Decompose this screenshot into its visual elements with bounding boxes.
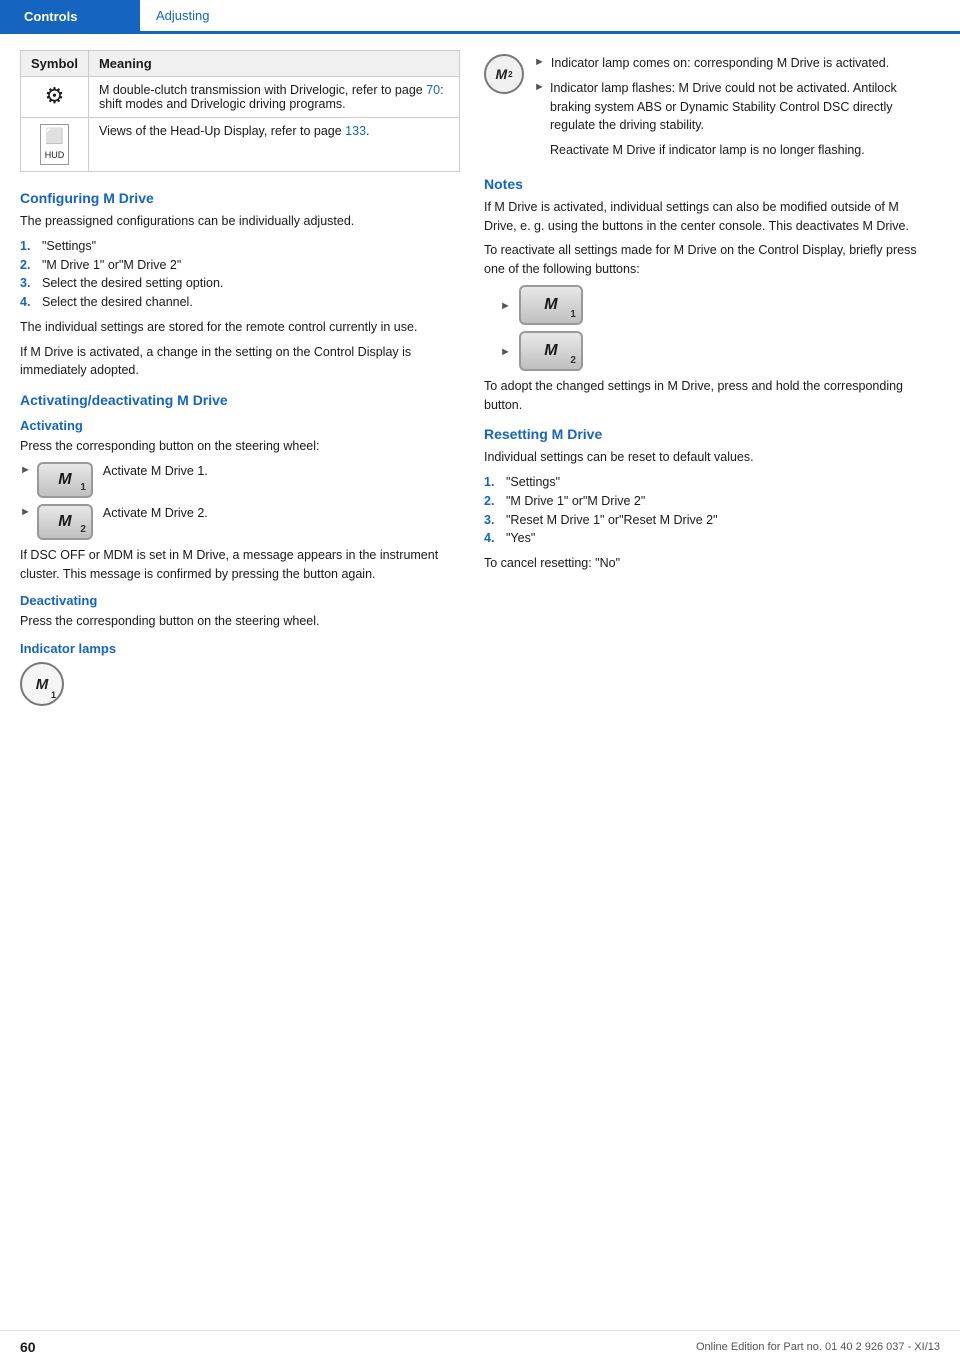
notes-text1: If M Drive is activated, individual sett… <box>484 198 924 236</box>
indicator-text-3: Reactivate M Drive if indicator lamp is … <box>550 141 924 160</box>
activating-intro: Press the corresponding button on the st… <box>20 437 460 456</box>
adjusting-label: Adjusting <box>156 8 209 23</box>
list-item: 3.Select the desired setting option. <box>20 274 460 293</box>
adopt-text: To adopt the changed settings in M Drive… <box>484 377 924 415</box>
controls-label: Controls <box>24 9 77 24</box>
deactivating-sub: Deactivating <box>20 593 460 608</box>
table-col-meaning: Meaning <box>88 51 459 77</box>
table-row: ⬜HUD Views of the Head-Up Display, refer… <box>21 118 460 172</box>
press-buttons-list: ► M1 ► M2 <box>500 285 924 371</box>
resetting-heading: Resetting M Drive <box>484 426 924 442</box>
page-number: 60 <box>20 1339 36 1355</box>
dsc-off-text: If DSC OFF or MDM is set in M Drive, a m… <box>20 546 460 584</box>
list-item: 4.Select the desired channel. <box>20 293 460 312</box>
header-controls-tab[interactable]: Controls <box>0 0 140 32</box>
list-item: 1."Settings" <box>484 473 924 492</box>
indicator-lamps-sub: Indicator lamps <box>20 641 460 656</box>
footer-edition: Online Edition for Part no. 01 40 2 926 … <box>696 1341 940 1353</box>
m2-lamp-icon: M2 <box>484 54 524 94</box>
resetting-intro: Individual settings can be reset to defa… <box>484 448 924 467</box>
resetting-steps-list: 1."Settings" 2."M Drive 1" or"M Drive 2"… <box>484 473 924 548</box>
main-content: Symbol Meaning ⚙ M double-clutch transmi… <box>0 34 960 726</box>
activate2-label: Activate M Drive 2. <box>103 504 208 523</box>
bullet-arrow-icon: ► <box>500 300 511 312</box>
cancel-text: To cancel resetting: "No" <box>484 554 924 573</box>
list-item: 3."Reset M Drive 1" or"Reset M Drive 2" <box>484 511 924 530</box>
list-item: 4."Yes" <box>484 529 924 548</box>
deactivating-text: Press the corresponding button on the st… <box>20 612 460 631</box>
link-page-133[interactable]: 133 <box>345 124 366 138</box>
configuring-note1: The individual settings are stored for t… <box>20 318 460 337</box>
m-drive-2-button-icon: M2 <box>37 504 97 540</box>
activate1-label: Activate M Drive 1. <box>103 462 208 481</box>
table-meaning-gearbox: M double-clutch transmission with Drivel… <box>88 77 459 118</box>
configuring-note2: If M Drive is activated, a change in the… <box>20 343 460 381</box>
page-header: Controls Adjusting <box>0 0 960 32</box>
indicator-text-2: Indicator lamp flashes: M Drive could no… <box>550 79 924 135</box>
m-drive-1-button-icon: M1 <box>37 462 97 498</box>
activate-drive2-row: ► M2 Activate M Drive 2. <box>20 504 460 540</box>
list-item: 2."M Drive 1" or"M Drive 2" <box>484 492 924 511</box>
table-col-symbol: Symbol <box>21 51 89 77</box>
bullet-arrow-icon: ► <box>534 81 544 93</box>
table-meaning-hud: Views of the Head-Up Display, refer to p… <box>88 118 459 172</box>
indicator-text-1: Indicator lamp comes on: corresponding M… <box>551 54 889 73</box>
table-row: ⚙ M double-clutch transmission with Driv… <box>21 77 460 118</box>
symbol-table: Symbol Meaning ⚙ M double-clutch transmi… <box>20 50 460 172</box>
bullet-arrow-icon: ► <box>20 464 31 476</box>
bullet-arrow-icon: ► <box>20 506 31 518</box>
m2-lamp-row: M2 ► Indicator lamp comes on: correspond… <box>484 54 924 166</box>
configuring-intro: The preassigned configurations can be in… <box>20 212 460 231</box>
reactivate-m2-button: M2 <box>519 331 583 371</box>
configuring-heading: Configuring M Drive <box>20 190 460 206</box>
symbol-gearbox-icon: ⚙ <box>21 77 89 118</box>
m1-button: M1 <box>37 462 93 498</box>
list-item: 2."M Drive 1" or"M Drive 2" <box>20 256 460 275</box>
activating-sub: Activating <box>20 418 460 433</box>
notes-heading: Notes <box>484 176 924 192</box>
list-item: 1."Settings" <box>20 237 460 256</box>
activating-heading: Activating/deactivating M Drive <box>20 392 460 408</box>
notes-text2: To reactivate all settings made for M Dr… <box>484 241 924 279</box>
lamp-circle-m1: M1 <box>20 662 460 706</box>
bullet-arrow-icon: ► <box>534 56 545 68</box>
bullet-arrow-icon: ► <box>500 346 511 358</box>
activate-drive1-row: ► M1 Activate M Drive 1. <box>20 462 460 498</box>
m1-lamp-icon: M1 <box>20 662 64 706</box>
symbol-hud-icon: ⬜HUD <box>21 118 89 172</box>
reactivate-m1-button: M1 <box>519 285 583 325</box>
press-btn-row-1: ► M1 <box>500 285 924 325</box>
indicator-bullet-2: ► Indicator lamp flashes: M Drive could … <box>534 79 924 135</box>
page-footer: 60 Online Edition for Part no. 01 40 2 9… <box>0 1330 960 1362</box>
indicator-bullets-wrapper: ► Indicator lamp comes on: corresponding… <box>534 54 924 166</box>
indicator-bullet-1: ► Indicator lamp comes on: corresponding… <box>534 54 924 73</box>
configuring-steps-list: 1."Settings" 2."M Drive 1" or"M Drive 2"… <box>20 237 460 312</box>
header-adjusting-tab[interactable]: Adjusting <box>140 0 960 32</box>
link-page-70[interactable]: 70 <box>426 83 440 97</box>
left-column: Symbol Meaning ⚙ M double-clutch transmi… <box>20 50 460 706</box>
m2-button: M2 <box>37 504 93 540</box>
right-column: M2 ► Indicator lamp comes on: correspond… <box>484 50 924 706</box>
press-btn-row-2: ► M2 <box>500 331 924 371</box>
